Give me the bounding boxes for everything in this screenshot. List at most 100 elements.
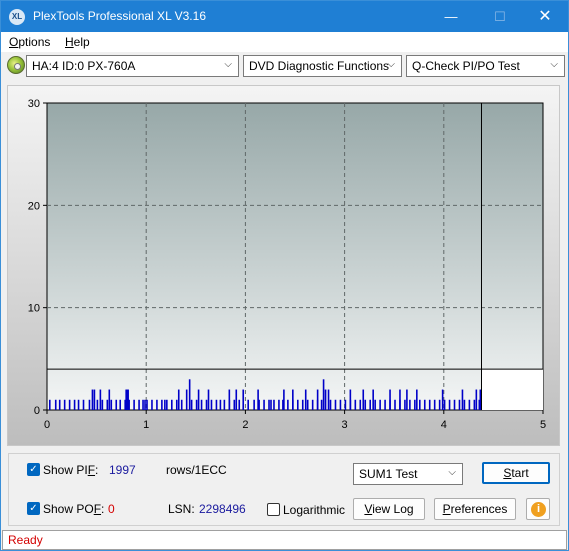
data-bar — [180, 399, 183, 410]
data-bar — [404, 399, 406, 410]
drive-select[interactable]: HA:4 ID:0 PX-760A ⌵ — [26, 55, 239, 77]
data-bar — [207, 389, 210, 410]
preferences-hotkey: P — [442, 502, 451, 516]
x-tick-label: 1 — [143, 419, 149, 431]
data-bar — [144, 399, 146, 410]
data-bar — [320, 399, 323, 410]
data-bar — [166, 399, 168, 410]
menu-help[interactable]: Help — [65, 35, 90, 49]
show-pof-checkbox[interactable]: ✓ — [27, 502, 40, 515]
maximize-button[interactable]: ☐ — [477, 1, 523, 32]
x-tick-label: 3 — [342, 419, 348, 431]
y-tick-label: 30 — [28, 98, 40, 110]
y-tick-label: 20 — [28, 200, 40, 212]
logarithmic-checkbox[interactable] — [267, 503, 280, 516]
data-bar — [161, 399, 163, 410]
data-bar — [210, 399, 213, 410]
data-bar — [177, 389, 180, 410]
data-bar — [458, 399, 461, 410]
unscanned-region — [481, 369, 543, 410]
data-bar — [185, 389, 188, 410]
sum-test-select[interactable]: SUM1 Test ⌵ — [353, 463, 463, 485]
data-bar — [416, 389, 418, 410]
data-bar — [334, 399, 337, 410]
show-pof-label-suffix: : — [101, 502, 105, 516]
data-bar — [48, 399, 51, 410]
data-bar — [399, 389, 401, 410]
data-bar — [301, 399, 304, 410]
data-bar — [108, 389, 111, 410]
data-bar — [127, 389, 129, 410]
view-log-button[interactable]: View Log — [353, 498, 425, 520]
data-bar — [54, 399, 57, 410]
data-bar — [110, 399, 113, 410]
data-bar — [322, 379, 325, 410]
data-bar — [68, 399, 71, 410]
data-bar — [379, 399, 381, 410]
data-bar — [253, 399, 255, 410]
menu-help-hotkey: H — [65, 35, 74, 49]
data-bar — [443, 399, 446, 410]
show-pif-label: Show PIF: — [43, 463, 99, 477]
status-bar: Ready — [2, 530, 567, 550]
data-bar — [223, 399, 226, 410]
chevron-down-icon: ⌵ — [224, 59, 232, 70]
data-bar — [195, 399, 198, 410]
title-bar[interactable]: XL PlexTools Professional XL V3.16 — ☐ ✕ — [1, 1, 568, 32]
show-pif-label-text: Show PI — [43, 463, 88, 477]
data-bar — [142, 399, 144, 410]
data-bar — [283, 389, 285, 410]
data-bar — [242, 389, 245, 410]
data-bar — [316, 389, 319, 410]
show-pof-hotkey: F — [93, 502, 102, 516]
menu-options[interactable]: Options — [9, 35, 50, 49]
logarithmic-label: Logarithmic — [283, 503, 346, 517]
info-button[interactable]: i — [526, 498, 550, 520]
data-bar — [441, 389, 444, 410]
data-bar — [414, 399, 416, 410]
data-bar — [228, 389, 231, 410]
data-bar — [296, 399, 299, 410]
x-tick-label: 2 — [242, 419, 248, 431]
data-bar — [156, 399, 158, 410]
data-bar — [473, 399, 476, 410]
pif-value: 1997 — [109, 463, 136, 477]
data-bar — [304, 389, 307, 410]
data-bar — [475, 389, 478, 410]
test-select[interactable]: Q-Check PI/PO Test ⌵ — [406, 55, 565, 77]
sum-test-select-value: SUM1 Test — [359, 467, 418, 481]
disc-drive-icon — [7, 56, 25, 74]
chart-panel: 0 1 2 3 4 5 0 10 20 30 — [7, 85, 560, 446]
lsn-label: LSN: — [168, 502, 195, 516]
preferences-label: references — [450, 502, 508, 516]
test-select-value: Q-Check PI/PO Test — [412, 59, 520, 73]
data-bar — [233, 399, 236, 410]
x-tick-label: 5 — [540, 419, 546, 431]
minimize-button[interactable]: — — [428, 1, 474, 32]
pi-po-chart: 0 1 2 3 4 5 0 10 20 30 — [28, 98, 546, 431]
data-bar — [406, 389, 408, 410]
data-bar — [119, 399, 122, 410]
data-bar — [419, 399, 421, 410]
status-text: Ready — [8, 533, 43, 547]
data-bar — [344, 399, 347, 410]
data-bar — [389, 389, 391, 410]
show-pif-checkbox[interactable]: ✓ — [27, 463, 40, 476]
data-bar — [175, 399, 178, 410]
data-bar — [339, 399, 342, 410]
preferences-button[interactable]: Preferences — [434, 498, 516, 520]
data-bar — [311, 399, 314, 410]
function-select[interactable]: DVD Diagnostic Functions ⌵ — [243, 55, 402, 77]
start-label: tart — [511, 466, 529, 480]
data-bar — [372, 389, 374, 410]
data-bar — [106, 399, 109, 410]
show-pof-label: Show POF: — [43, 502, 104, 516]
data-bar — [73, 399, 76, 410]
start-button[interactable]: Start — [482, 462, 550, 484]
close-button[interactable]: ✕ — [522, 1, 568, 32]
data-bar — [268, 399, 270, 410]
view-log-label: iew Log — [372, 502, 414, 516]
drive-select-value: HA:4 ID:0 PX-760A — [32, 59, 136, 73]
data-bar — [324, 389, 327, 410]
chevron-down-icon: ⌵ — [448, 467, 456, 478]
